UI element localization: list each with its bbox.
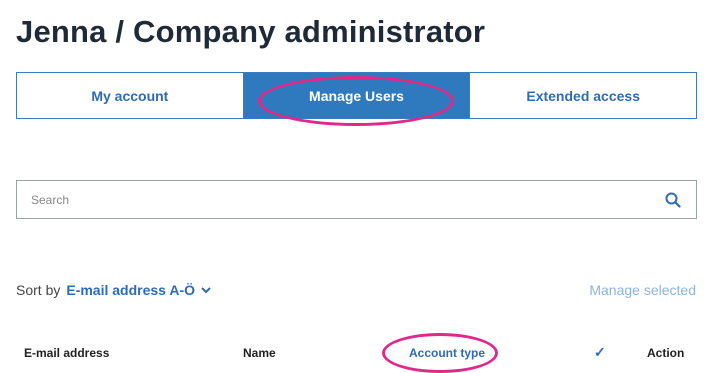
- column-header-name[interactable]: Name: [243, 346, 276, 360]
- search-bar: [16, 180, 697, 219]
- search-input[interactable]: [17, 181, 660, 218]
- sort-label: Sort by: [16, 282, 61, 298]
- search-icon[interactable]: [660, 187, 686, 213]
- chevron-down-icon: [201, 286, 211, 294]
- column-header-action: Action: [647, 346, 685, 360]
- tab-my-account[interactable]: My account: [17, 73, 244, 118]
- tab-manage-users[interactable]: Manage Users: [243, 73, 471, 118]
- page-title: Jenna / Company administrator: [16, 14, 486, 49]
- column-header-email[interactable]: E-mail address: [24, 346, 109, 360]
- sort-value: E-mail address A-Ö: [66, 282, 195, 298]
- tab-extended-access[interactable]: Extended access: [470, 73, 697, 118]
- tab-bar: My account Manage Users Extended access: [16, 72, 697, 119]
- sort-dropdown[interactable]: E-mail address A-Ö: [66, 282, 211, 298]
- column-header-account-type[interactable]: Account type: [409, 346, 485, 360]
- manage-selected-link[interactable]: Manage selected: [589, 282, 696, 298]
- sort-control: Sort by E-mail address A-Ö: [16, 282, 211, 298]
- select-all-check-icon[interactable]: ✓: [594, 344, 606, 361]
